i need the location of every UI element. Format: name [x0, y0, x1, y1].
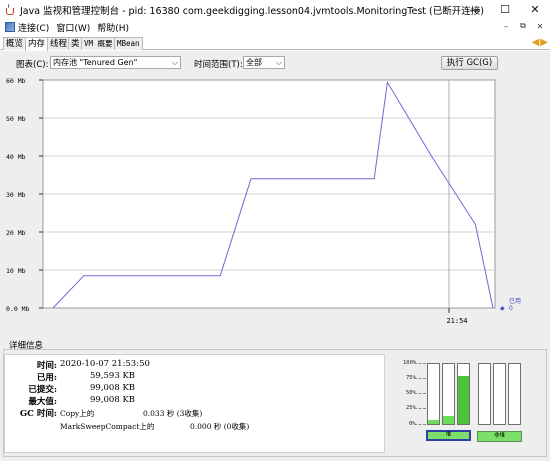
title-bar: Java 监视和管理控制台 - pid: 16380 com.geekdiggi… [0, 0, 550, 19]
used-value: 59,593 KB [90, 371, 136, 381]
tab-prev-icon[interactable]: ◀ [532, 37, 540, 48]
committed-value: 99,008 KB [90, 383, 136, 393]
max-value: 99,008 KB [90, 395, 136, 405]
time-range-label: 时间范围(T): [194, 60, 243, 70]
tab-vm-summary[interactable]: VM 概要 [81, 37, 116, 50]
gc-copy-name: Copy上的 [60, 409, 95, 418]
menu-window[interactable]: 窗口(W) [56, 21, 90, 34]
minimize-button[interactable]: — [460, 0, 490, 19]
chart-select-value: 内存池 "Tenured Gen" [53, 58, 138, 67]
details-info: 时间: 2020-10-07 21:53:50 已用: 59,593 KB 已提… [4, 354, 385, 453]
gc-marksweep-value: 0.000 秒 (0收集) [190, 422, 250, 431]
max-label: 最大值: [28, 397, 57, 407]
tab-memory[interactable]: 内存 [25, 37, 49, 51]
app-menu-icon [5, 22, 15, 32]
inner-minimize-button[interactable]: – [499, 20, 513, 32]
gc-copy-value: 0.033 秒 (3收集) [143, 409, 203, 418]
close-button[interactable]: ✕ [520, 0, 550, 19]
legend-label: 已用 [509, 298, 521, 305]
tab-nav: ◀ ▶ [532, 37, 548, 48]
y-tick-label: 0.0 Mb [6, 305, 30, 313]
y-tick-label: 50 Mb [6, 115, 26, 123]
memory-chart: 60 Mb 50 Mb 40 Mb 30 Mb 20 Mb 10 Mb 0.0 Mb 21:… [6, 77, 521, 325]
legend-marker: ◆ [500, 305, 505, 312]
y-axis-ticks: 60 Mb 50 Mb 40 Mb 30 Mb 20 Mb 10 Mb 0.0 Mb [6, 77, 43, 313]
legend-value: 0 [509, 305, 513, 312]
time-value: 2020-10-07 21:53:50 [60, 359, 150, 369]
nonheap-pool-bar-1[interactable] [478, 363, 491, 425]
y-tick-label: 10 Mb [6, 267, 26, 275]
heap-pool-bar-2[interactable] [442, 363, 455, 425]
tab-bar: 概览 内存 线程 类 VM 概要 MBean ◀ ▶ [0, 36, 550, 51]
chart-select[interactable]: 内存池 "Tenured Gen" ⌵ [50, 56, 181, 69]
time-label: 时间: [36, 361, 57, 371]
time-range-select[interactable]: 全部 ⌵ [243, 56, 285, 69]
x-tick-label: 21:54 [446, 317, 467, 325]
menu-connection[interactable]: 连接(C) [18, 21, 49, 34]
window-title: Java 监视和管理控制台 - pid: 16380 com.geekdiggi… [20, 5, 484, 17]
perform-gc-button[interactable]: 执行 GC(G) [441, 56, 498, 70]
committed-label: 已提交: [28, 385, 57, 395]
time-range-value: 全部 [246, 58, 262, 67]
inner-restore-button[interactable]: ⧉ [516, 20, 530, 32]
nonheap-button[interactable]: 非堆 [477, 431, 522, 442]
tab-next-icon[interactable]: ▶ [540, 37, 548, 48]
menu-bar: 连接(C) 窗口(W) 帮助(H) – ⧉ ✕ [0, 19, 550, 35]
y-tick-label: 60 Mb [6, 77, 26, 85]
inner-window-controls: – ⧉ ✕ [499, 20, 547, 32]
inner-close-button[interactable]: ✕ [533, 20, 547, 32]
tab-threads[interactable]: 线程 [47, 37, 71, 50]
heap-pool-bar-1[interactable] [427, 363, 440, 425]
gc-marksweep-name: MarkSweepCompact上的 [60, 422, 155, 431]
maximize-button[interactable]: ☐ [490, 0, 520, 19]
chevron-down-icon: ⌵ [171, 58, 178, 67]
gc-time-label: GC 时间: [19, 409, 57, 419]
heap-button[interactable]: 堆 [426, 430, 471, 441]
nonheap-pool-bar-3[interactable] [508, 363, 521, 425]
used-label: 已用: [36, 373, 57, 383]
java-cup-icon [4, 3, 16, 16]
tab-mbean[interactable]: MBean [114, 37, 143, 50]
chevron-down-icon: ⌵ [275, 58, 282, 67]
tab-overview[interactable]: 概览 [3, 37, 27, 50]
menu-help[interactable]: 帮助(H) [97, 21, 129, 34]
y-tick-label: 20 Mb [6, 229, 26, 237]
heap-pool-bar-3[interactable] [457, 363, 470, 425]
y-tick-label: 40 Mb [6, 153, 26, 161]
nonheap-pool-bar-2[interactable] [493, 363, 506, 425]
y-tick-label: 30 Mb [6, 191, 26, 199]
window-controls: — ☐ ✕ [460, 0, 550, 19]
chart-label: 图表(C): [16, 60, 49, 70]
